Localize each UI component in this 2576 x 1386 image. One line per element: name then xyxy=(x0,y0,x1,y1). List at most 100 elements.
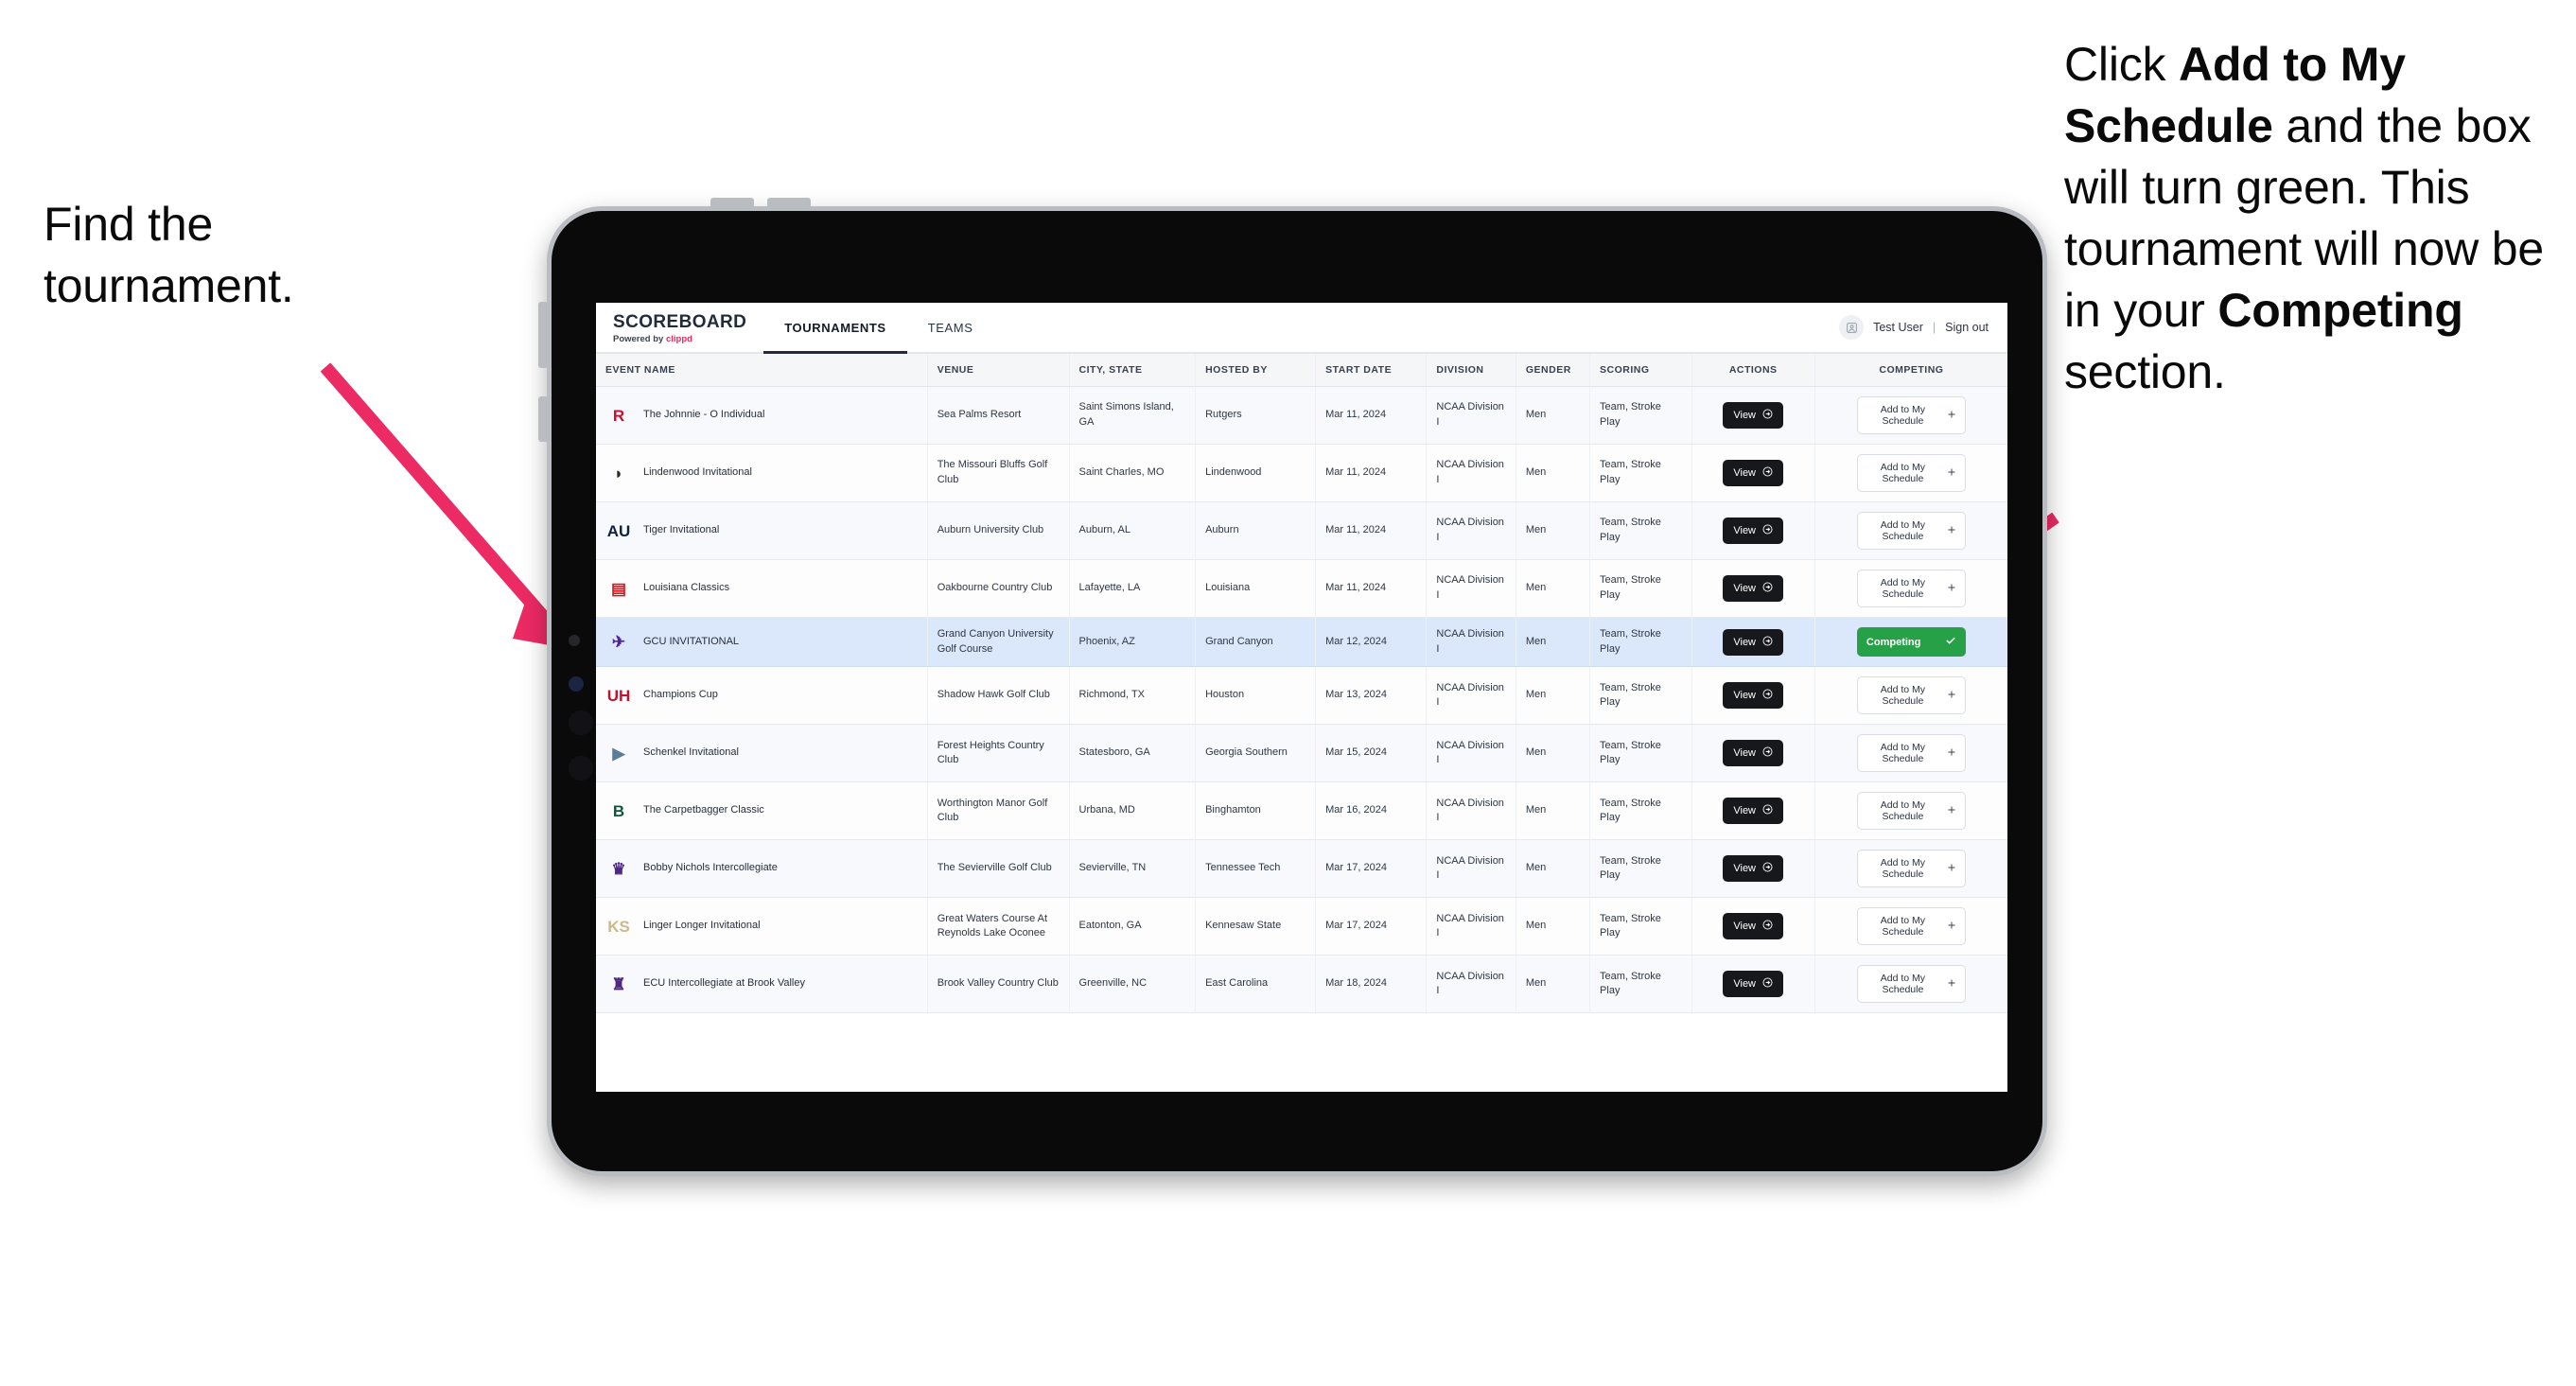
add-to-my-schedule-label: Add to My Schedule xyxy=(1880,799,1926,823)
column-header-gender[interactable]: GENDER xyxy=(1516,354,1591,387)
add-to-my-schedule-button[interactable]: Add to My Schedule xyxy=(1856,512,1966,550)
cell-actions: View xyxy=(1691,724,1815,783)
add-to-my-schedule-button[interactable]: Add to My Schedule xyxy=(1856,734,1966,773)
add-to-my-schedule-button[interactable]: Add to My Schedule xyxy=(1856,965,1966,1004)
cell-hosted-by: Auburn xyxy=(1195,501,1317,560)
add-to-my-schedule-button[interactable]: Add to My Schedule xyxy=(1856,396,1966,434)
view-button[interactable]: View xyxy=(1723,855,1784,883)
column-header-start-date[interactable]: START DATE xyxy=(1315,354,1428,387)
add-to-my-schedule-button[interactable]: Add to My Schedule xyxy=(1856,850,1966,888)
event-name-text: GCU INVITATIONAL xyxy=(643,635,740,647)
arrow-circle-right-icon xyxy=(1762,862,1773,875)
table-row[interactable]: ◗ Lindenwood Invitational The Missouri Blu… xyxy=(596,444,2007,502)
add-to-my-schedule-button[interactable]: Add to My Schedule xyxy=(1856,907,1966,946)
cell-actions: View xyxy=(1691,444,1815,502)
user-name[interactable]: Test User xyxy=(1873,321,1923,334)
cell-venue: Shadow Hawk Golf Club xyxy=(927,666,1070,726)
column-header-venue[interactable]: VENUE xyxy=(927,354,1070,387)
cell-gender: Men xyxy=(1516,724,1591,783)
table-row[interactable]: ♛ Bobby Nichols Intercollegiate The Sevier… xyxy=(596,839,2007,899)
table-row[interactable]: B The Carpetbagger Classic Worthington Man… xyxy=(596,781,2007,841)
annotation-right: Click Add to My Schedule and the box wil… xyxy=(2064,34,2576,403)
annotation-left-line1: Find the xyxy=(44,198,214,251)
table-row[interactable]: ✈ GCU INVITATIONAL Grand Canyon University… xyxy=(596,617,2007,668)
plus-icon xyxy=(1947,805,1956,817)
power-button[interactable] xyxy=(538,302,550,368)
cell-city-state: Lafayette, LA xyxy=(1069,559,1197,618)
view-button[interactable]: View xyxy=(1723,798,1784,825)
cell-gender: Men xyxy=(1516,839,1591,899)
sign-out-link[interactable]: Sign out xyxy=(1945,321,1989,334)
column-header-scoring[interactable]: SCORING xyxy=(1589,354,1692,387)
cell-division: NCAA Division I xyxy=(1426,444,1516,502)
arrow-circle-right-icon xyxy=(1762,582,1773,595)
table-row[interactable]: ▶ Schenkel Invitational Forest Heights Cou… xyxy=(596,724,2007,783)
arrow-circle-right-icon xyxy=(1762,689,1773,702)
user-menu: Test User | Sign out xyxy=(1839,303,2007,352)
view-button[interactable]: View xyxy=(1723,913,1784,940)
table-row[interactable]: R The Johnnie - O Individual Sea Palms Res… xyxy=(596,386,2007,445)
column-header-actions: ACTIONS xyxy=(1691,354,1815,387)
view-button[interactable]: View xyxy=(1723,402,1784,429)
column-header-division[interactable]: DIVISION xyxy=(1426,354,1516,387)
add-to-my-schedule-button[interactable]: Add to My Schedule xyxy=(1856,676,1966,715)
tab-tournaments[interactable]: TOURNAMENTS xyxy=(763,303,908,354)
table-row[interactable]: AU Tiger Invitational Auburn University Cl… xyxy=(596,501,2007,560)
column-header-hosted-by[interactable]: HOSTED BY xyxy=(1195,354,1317,387)
add-to-my-schedule-button[interactable]: Add to My Schedule xyxy=(1856,792,1966,831)
tournaments-table-container[interactable]: EVENT NAME VENUE CITY, STATE HOSTED BY S… xyxy=(596,354,2007,1092)
competing-button[interactable]: Competing xyxy=(1856,627,1966,658)
arrow-circle-right-icon xyxy=(1762,746,1773,760)
plus-icon xyxy=(1947,690,1956,702)
team-logo-icon: KS xyxy=(607,917,630,936)
add-to-my-schedule-label: Add to My Schedule xyxy=(1880,742,1926,765)
cell-event-name: B The Carpetbagger Classic xyxy=(596,781,928,841)
volume-up-button[interactable] xyxy=(710,198,754,209)
view-button[interactable]: View xyxy=(1723,460,1784,486)
cell-scoring: Team, Stroke Play xyxy=(1589,955,1692,1014)
cell-venue: Forest Heights Country Club xyxy=(927,724,1070,783)
view-button[interactable]: View xyxy=(1723,682,1784,710)
plus-icon xyxy=(1947,410,1956,422)
column-header-city-state[interactable]: CITY, STATE xyxy=(1069,354,1197,387)
add-to-my-schedule-button[interactable]: Add to My Schedule xyxy=(1856,570,1966,607)
table-row[interactable]: ♜ ECU Intercollegiate at Brook Valley Broo… xyxy=(596,955,2007,1014)
cell-venue: Great Waters Course At Reynolds Lake Oco… xyxy=(927,897,1070,956)
tab-teams[interactable]: TEAMS xyxy=(907,303,994,352)
cell-gender: Men xyxy=(1516,666,1591,726)
view-button[interactable]: View xyxy=(1723,518,1784,544)
volume-down-button[interactable] xyxy=(767,198,811,209)
cell-event-name: ▶ Schenkel Invitational xyxy=(596,724,928,783)
arrow-circle-right-icon xyxy=(1762,636,1773,649)
view-button[interactable]: View xyxy=(1723,628,1784,656)
view-button[interactable]: View xyxy=(1723,575,1784,602)
cell-event-name: UH Champions Cup xyxy=(596,666,928,726)
table-row[interactable]: UH Champions Cup Shadow Hawk Golf Club Rich… xyxy=(596,666,2007,726)
brand-powered-name: clippd xyxy=(665,333,692,344)
user-avatar-icon[interactable] xyxy=(1839,315,1865,340)
plus-icon xyxy=(1947,978,1956,991)
arrow-circle-right-icon xyxy=(1762,409,1773,422)
main-nav-tabs: TOURNAMENTS TEAMS xyxy=(763,303,994,354)
table-row[interactable]: KS Linger Longer Invitational Great Waters… xyxy=(596,897,2007,956)
view-button[interactable]: View xyxy=(1723,740,1784,767)
cell-scoring: Team, Stroke Play xyxy=(1589,897,1692,956)
cell-venue: Grand Canyon University Golf Course xyxy=(927,617,1070,668)
table-header-row: EVENT NAME VENUE CITY, STATE HOSTED BY S… xyxy=(596,354,2007,387)
cell-start-date: Mar 11, 2024 xyxy=(1315,559,1428,618)
cell-division: NCAA Division I xyxy=(1426,617,1516,668)
add-to-my-schedule-button[interactable]: Add to My Schedule xyxy=(1856,454,1966,492)
cell-gender: Men xyxy=(1516,501,1591,560)
brand-logo[interactable]: SCOREBOARD Powered by clippd xyxy=(596,303,763,352)
table-row[interactable]: ▤ Louisiana Classics Oakbourne Country Clu… xyxy=(596,559,2007,618)
side-button-secondary[interactable] xyxy=(538,396,550,442)
column-header-event-name[interactable]: EVENT NAME xyxy=(596,354,928,387)
team-logo-icon: ♜ xyxy=(611,974,626,993)
cell-start-date: Mar 17, 2024 xyxy=(1315,897,1428,956)
cell-start-date: Mar 16, 2024 xyxy=(1315,781,1428,841)
view-button[interactable]: View xyxy=(1723,971,1784,998)
team-logo-icon: ▤ xyxy=(610,579,627,598)
brand-powered-prefix: Powered by xyxy=(613,333,666,344)
cell-competing: Add to My Schedule xyxy=(1814,839,2007,899)
camera-lens-icon xyxy=(569,676,584,692)
